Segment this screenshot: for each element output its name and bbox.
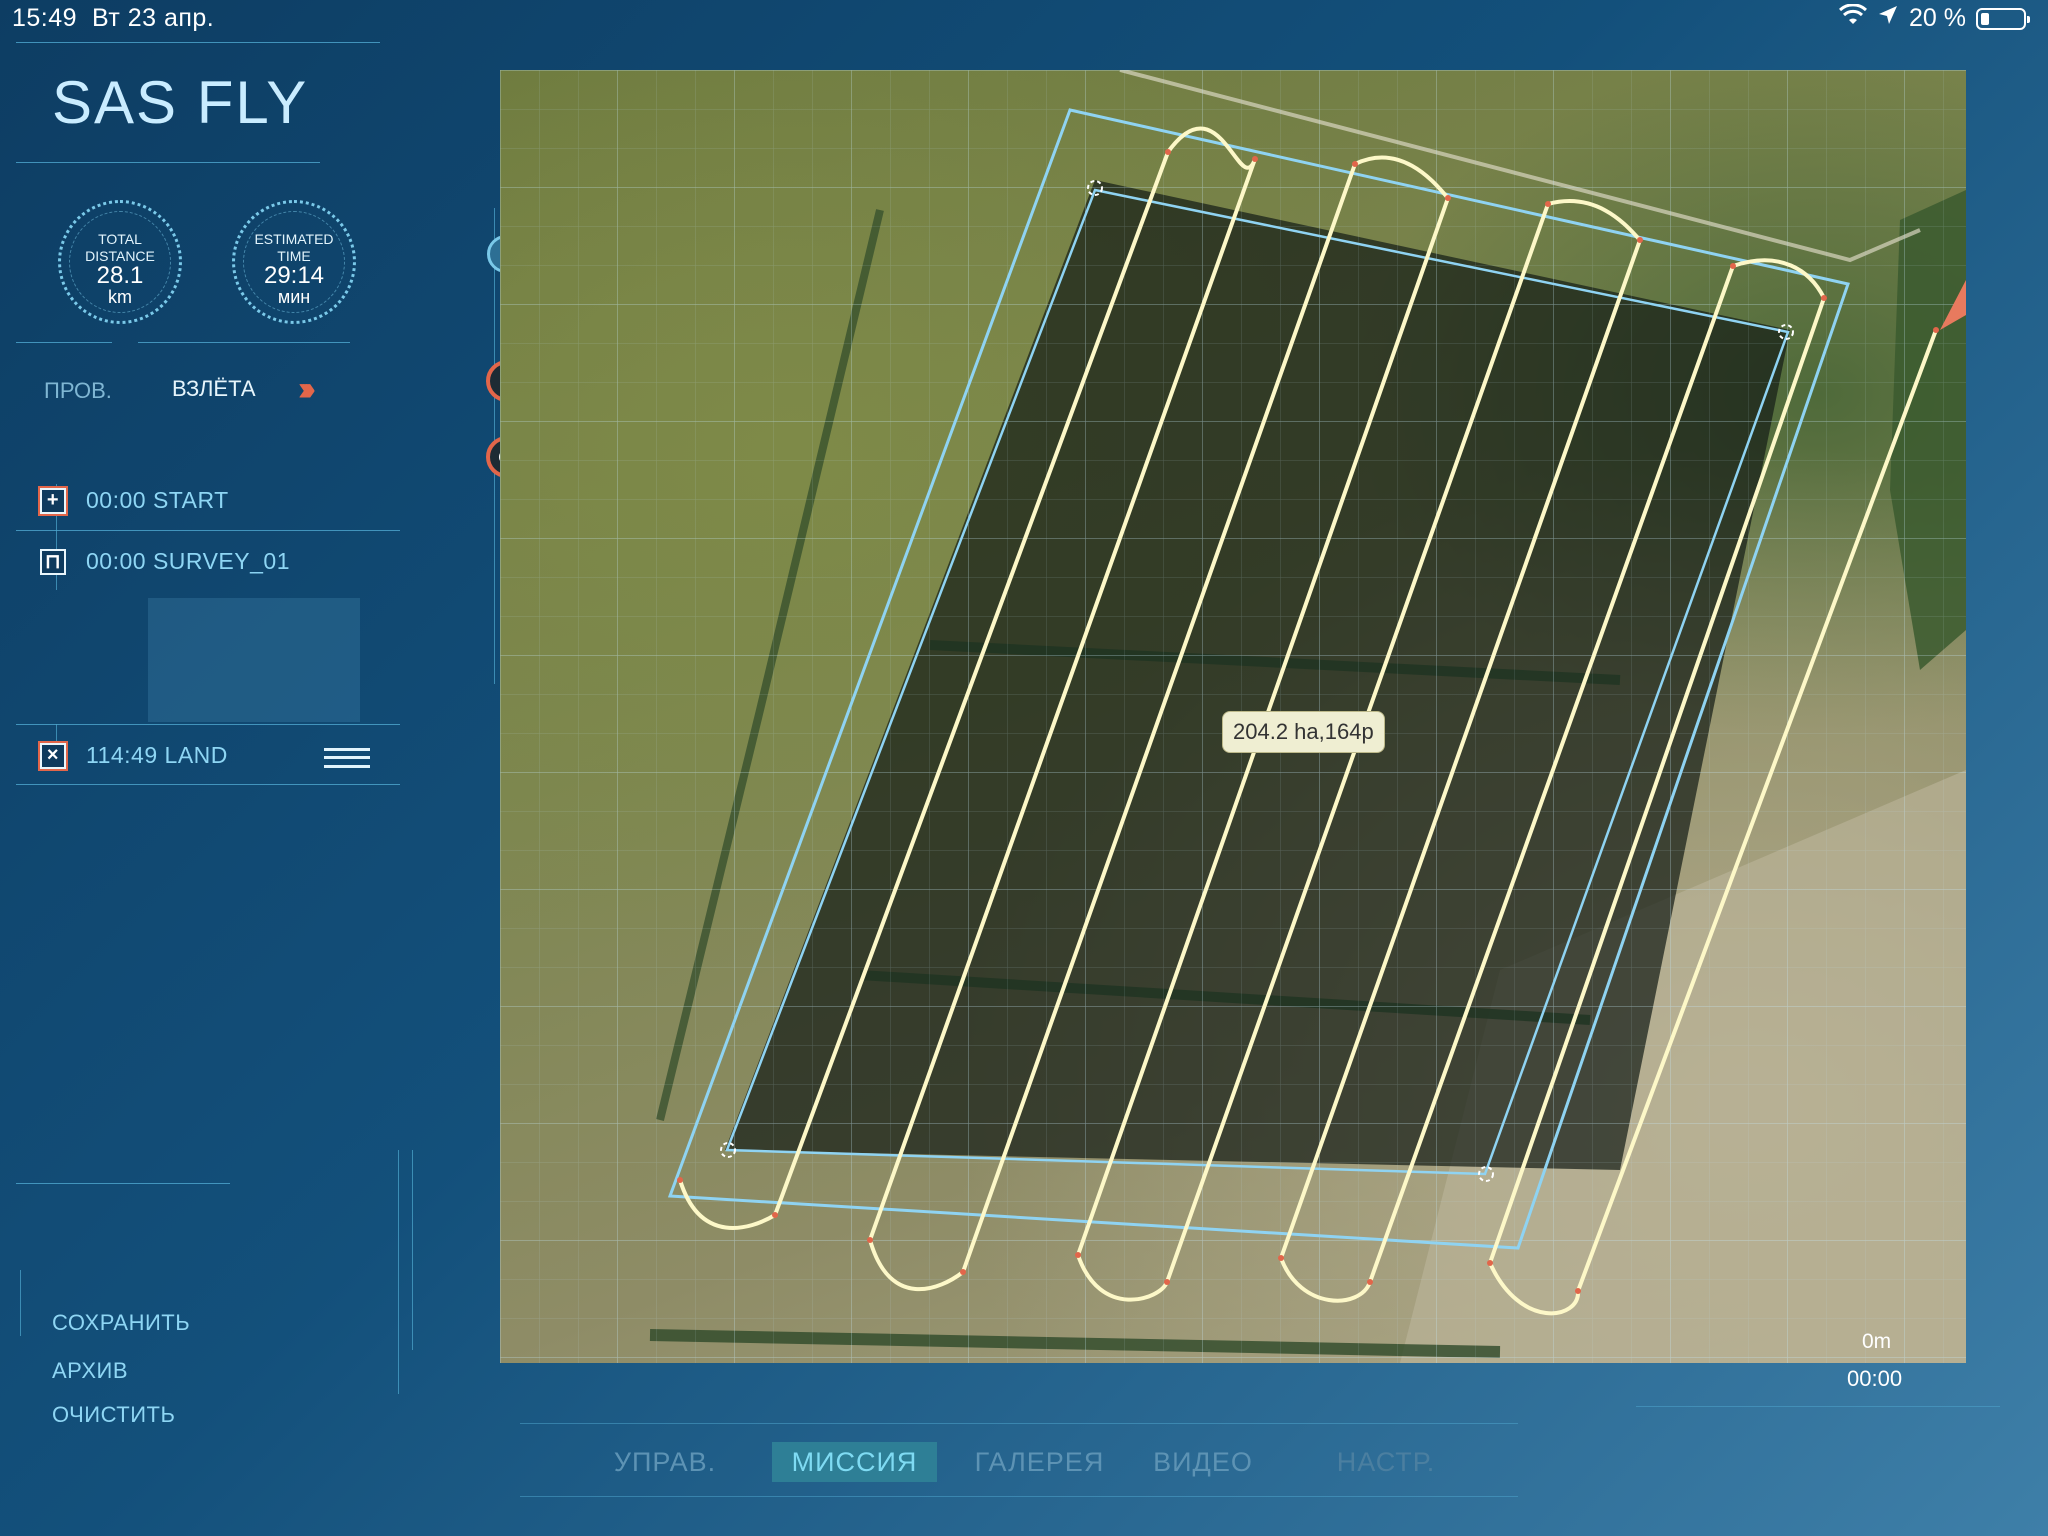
divider [520, 1423, 1518, 1424]
clear-button[interactable]: ОЧИСТИТЬ [52, 1402, 175, 1428]
battery-percent: 20 % [1909, 4, 1966, 32]
map-view[interactable]: 204.2 ha,164p [500, 70, 1966, 1363]
divider [138, 342, 350, 343]
divider [16, 1183, 230, 1184]
divider [20, 1270, 21, 1336]
total-distance-dial: TOTAL DISTANCE 28.1 km [58, 200, 182, 324]
land-icon: × [40, 742, 66, 769]
battery-fill [1981, 12, 1989, 25]
plus-icon: + [40, 487, 66, 514]
tab-control[interactable]: УПРАВ. [600, 1442, 730, 1482]
divider [1636, 1406, 2000, 1407]
mission-item-label: 00:00 START [86, 487, 229, 513]
scale-time: 00:00 [1847, 1366, 1903, 1391]
save-button[interactable]: СОХРАНИТЬ [52, 1310, 190, 1336]
hamburger-menu-icon[interactable] [324, 748, 370, 768]
divider [520, 1496, 1518, 1497]
wifi-icon [1838, 3, 1868, 33]
step-check[interactable]: ПРОВ. [44, 378, 112, 404]
divider [16, 162, 320, 163]
scale-distance: 0m [1862, 1330, 1892, 1353]
area-label: 204.2 ha,164p [1222, 711, 1385, 753]
mission-item-survey[interactable]: ⊓ 00:00 SURVEY_01 [40, 548, 290, 575]
divider [16, 724, 400, 725]
divider [16, 784, 400, 785]
status-bar-date: Вт 23 апр. [91, 4, 215, 32]
tab-video[interactable]: ВИДЕО [1148, 1442, 1258, 1482]
survey-detail-panel [148, 598, 360, 722]
divider [16, 530, 400, 531]
divider [398, 1150, 399, 1394]
survey-icon: ⊓ [40, 548, 66, 575]
chevrons-right-icon[interactable]: ››› [298, 370, 316, 409]
mission-item-label: 114:49 LAND [86, 742, 228, 768]
status-bar-time: 15:49 Вт 23 апр. [12, 4, 215, 32]
mission-item-land[interactable]: × 114:49 LAND [40, 742, 228, 769]
battery-icon [1976, 7, 2030, 30]
location-arrow-icon [1877, 4, 1899, 33]
app-title: SAS FLY [52, 69, 309, 136]
tab-mission[interactable]: МИССИЯ [772, 1442, 937, 1482]
status-bar-right: 20 % [1838, 3, 2030, 33]
tab-gallery[interactable]: ГАЛЕРЕЯ [972, 1442, 1107, 1482]
divider [16, 342, 112, 343]
archive-button[interactable]: АРХИВ [52, 1358, 128, 1384]
total-distance-value: 28.1 [96, 262, 144, 289]
mission-item-label: 00:00 SURVEY_01 [86, 548, 290, 574]
estimated-time-dial: ESTIMATED TIME 29:14 мин [232, 200, 356, 324]
divider [412, 1150, 413, 1350]
mission-item-start[interactable]: + 00:00 START [40, 487, 229, 514]
estimated-time-value: 29:14 [263, 262, 325, 289]
divider [16, 42, 380, 43]
step-takeoff[interactable]: ВЗЛЁТА [172, 376, 256, 402]
tab-settings[interactable]: НАСТР. [1326, 1442, 1446, 1482]
